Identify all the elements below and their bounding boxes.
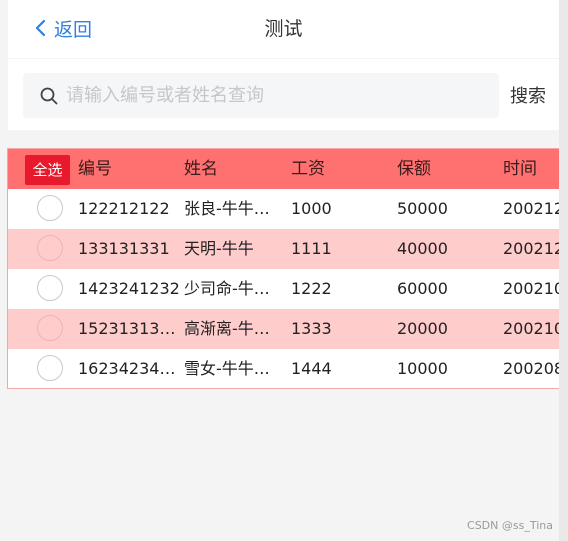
row-select-radio[interactable]	[37, 275, 63, 301]
row-select-radio[interactable]	[37, 355, 63, 381]
select-all-button[interactable]: 全选	[25, 155, 70, 185]
chevron-left-icon	[35, 19, 46, 37]
search-input[interactable]	[66, 85, 466, 106]
data-table: 全选 编号 姓名 工资 保额 时间 122212122 张良-牛牛牛牛 1000…	[7, 148, 559, 389]
cell-time: 200208	[503, 359, 559, 378]
column-header-salary: 工资	[291, 159, 325, 179]
table-row[interactable]: 1623423423423 雪女-牛牛牛牛 1444 10000 200208	[8, 349, 559, 388]
watermark: CSDN @ss_Tina	[467, 519, 553, 532]
search-box[interactable]	[23, 73, 499, 118]
table-row[interactable]: 133131331 天明-牛牛 1111 40000 200212	[8, 229, 559, 269]
table-row[interactable]: 15231313133 高渐离-牛牛牛 1333 20000 200210	[8, 309, 559, 349]
cell-salary: 1333	[291, 319, 332, 338]
row-select-radio[interactable]	[37, 195, 63, 221]
cell-salary: 1222	[291, 279, 332, 298]
row-select-radio[interactable]	[37, 235, 63, 261]
cell-insurance: 50000	[397, 199, 448, 218]
column-header-name: 姓名	[184, 159, 218, 179]
table-row[interactable]: 122212122 张良-牛牛牛牛 1000 50000 200212	[8, 189, 559, 229]
cell-no: 15231313133	[78, 319, 184, 338]
cell-time: 200210	[503, 279, 559, 298]
table-header-row: 全选 编号 姓名 工资 保额 时间	[8, 149, 559, 189]
cell-salary: 1444	[291, 359, 332, 378]
search-button[interactable]: 搜索	[510, 82, 546, 108]
cell-insurance: 60000	[397, 279, 448, 298]
nav-bar: 返回 测试	[8, 0, 559, 58]
column-header-no: 编号	[78, 159, 112, 179]
cell-insurance: 40000	[397, 239, 448, 258]
page: 返回 测试 搜索 全选 编号 姓名 工资 保额 时间 122212122 张良-…	[0, 0, 568, 541]
cell-time: 200210	[503, 319, 559, 338]
search-icon	[40, 87, 58, 104]
cell-name: 雪女-牛牛牛牛	[184, 359, 283, 378]
cell-name: 少司命-牛牛牛	[184, 279, 283, 298]
cell-no: 1423241232	[78, 279, 180, 298]
cell-no: 122212122	[78, 199, 170, 218]
cell-salary: 1000	[291, 199, 332, 218]
search-bar: 搜索	[8, 59, 559, 130]
page-title: 测试	[264, 18, 303, 40]
back-button[interactable]: 返回	[34, 14, 92, 42]
table-row[interactable]: 1423241232 少司命-牛牛牛 1222 60000 200210	[8, 269, 559, 309]
row-select-radio[interactable]	[37, 315, 63, 341]
cell-no: 133131331	[78, 239, 170, 258]
cell-time: 200212	[503, 199, 559, 218]
cell-salary: 1111	[291, 239, 332, 258]
cell-name: 张良-牛牛牛牛	[184, 199, 283, 218]
scrollbar[interactable]	[559, 0, 568, 541]
cell-name: 天明-牛牛	[184, 239, 254, 258]
back-label: 返回	[54, 18, 93, 41]
cell-no: 1623423423423	[78, 359, 184, 378]
column-header-insurance: 保额	[397, 159, 431, 179]
column-header-time: 时间	[503, 159, 537, 179]
cell-insurance: 10000	[397, 359, 448, 378]
cell-insurance: 20000	[397, 319, 448, 338]
cell-time: 200212	[503, 239, 559, 258]
cell-name: 高渐离-牛牛牛	[184, 319, 283, 338]
